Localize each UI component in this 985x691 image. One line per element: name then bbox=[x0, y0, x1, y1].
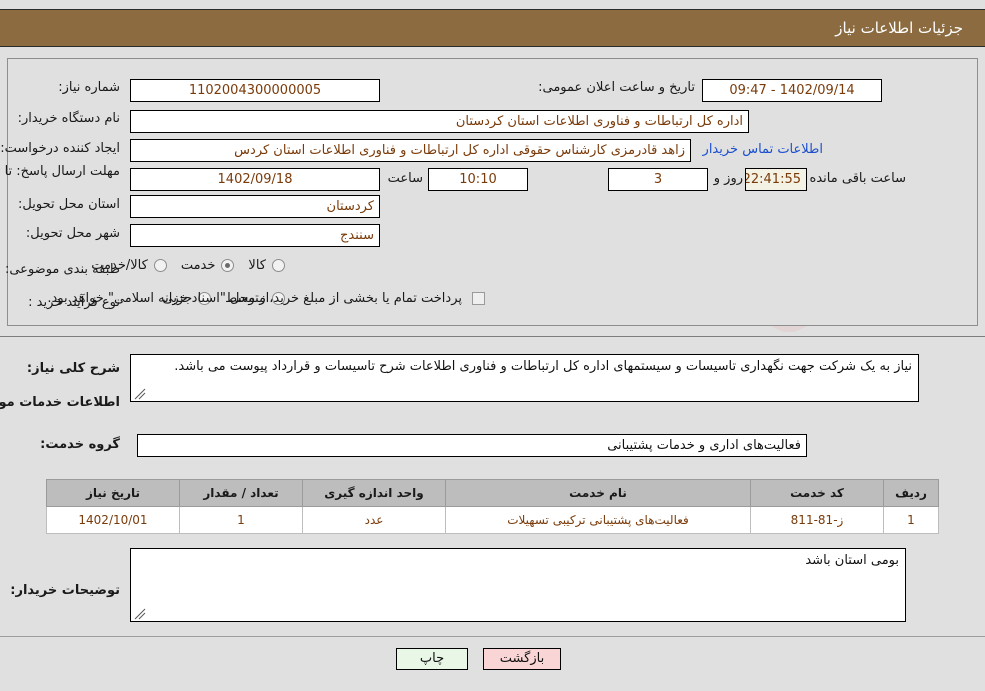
col-quantity: تعداد / مقدار bbox=[179, 479, 303, 507]
city-label: شهر محل تحویل: bbox=[25, 226, 120, 241]
buyer-contact-link[interactable]: اطلاعات تماس خریدار bbox=[703, 142, 823, 157]
col-need-date: تاریخ نیاز bbox=[46, 479, 180, 507]
cell-name: فعالیت‌های پشتیبانی ترکیبی تسهیلات bbox=[445, 506, 751, 534]
remaining-time-field[interactable]: 22:41:55 bbox=[745, 168, 807, 191]
requester-field[interactable]: زاهد قادرمزی کارشناس حقوقی اداره کل ارتب… bbox=[130, 139, 691, 162]
services-table: ردیف کد خدمت نام خدمت واحد اندازه گیری ت… bbox=[46, 479, 939, 534]
deadline-hour-field[interactable]: 10:10 bbox=[428, 168, 528, 191]
treasury-text: پرداخت تمام یا بخشی از مبلغ خرید،از محل … bbox=[47, 291, 462, 306]
col-unit: واحد اندازه گیری bbox=[302, 479, 446, 507]
table-header-row: ردیف کد خدمت نام خدمت واحد اندازه گیری ت… bbox=[46, 479, 939, 507]
table-row: 1 ز-81-811 فعالیت‌های پشتیبانی ترکیبی تس… bbox=[46, 506, 939, 534]
remaining-days-field[interactable]: 3 bbox=[608, 168, 708, 191]
resize-grip-icon[interactable] bbox=[134, 388, 146, 400]
cell-quantity: 1 bbox=[179, 506, 303, 534]
deadline-label: مهلت ارسال پاسخ: تا تاریخ: bbox=[0, 164, 120, 179]
need-summary-text: نیاز به یک شرکت جهت نگهداری تاسیسات و سی… bbox=[174, 359, 912, 374]
province-field[interactable]: کردستان bbox=[130, 195, 380, 218]
city-field[interactable]: سنندج bbox=[130, 224, 380, 247]
announce-datetime-label: تاریخ و ساعت اعلان عمومی: bbox=[538, 80, 695, 95]
footer-divider bbox=[0, 636, 985, 637]
buyer-notes-text: بومی استان باشد bbox=[805, 553, 899, 568]
need-number-label: شماره نیاز: bbox=[58, 80, 120, 95]
deadline-hour-label: ساعت bbox=[387, 171, 423, 186]
deadline-date-field[interactable]: 1402/09/18 bbox=[130, 168, 380, 191]
print-button[interactable]: چاپ bbox=[396, 648, 468, 670]
requester-label-row: ایجاد کننده درخواست: bbox=[0, 141, 120, 156]
category-radio-khedmat[interactable] bbox=[221, 259, 235, 272]
deadline-label-row: مهلت ارسال پاسخ: تا تاریخ: bbox=[0, 163, 120, 180]
remaining-time-suffix: ساعت باقی مانده bbox=[809, 171, 906, 186]
buyer-org-field[interactable]: اداره کل ارتباطات و فناوری اطلاعات استان… bbox=[130, 110, 749, 133]
category-radio-kala-khedmat[interactable] bbox=[153, 259, 167, 272]
need-summary-textarea[interactable]: نیاز به یک شرکت جهت نگهداری تاسیسات و سی… bbox=[130, 354, 919, 402]
col-code: کد خدمت bbox=[750, 479, 884, 507]
buyer-org-label-row: نام دستگاه خریدار: bbox=[18, 111, 120, 126]
category-label-kala: کالا bbox=[248, 258, 266, 273]
need-number-field[interactable]: 1102004300000005 bbox=[130, 79, 380, 102]
province-label-row: استان محل تحویل: bbox=[18, 197, 120, 212]
treasury-checkbox[interactable] bbox=[472, 292, 485, 305]
buyer-notes-textarea[interactable]: بومی استان باشد bbox=[130, 548, 906, 622]
city-label-row: شهر محل تحویل: bbox=[26, 226, 120, 241]
cell-unit: عدد bbox=[302, 506, 446, 534]
buyer-notes-label: توضیحات خریدار: bbox=[10, 583, 120, 598]
province-label: استان محل تحویل: bbox=[18, 197, 120, 212]
page-title-bar: جزئیات اطلاعات نیاز bbox=[0, 9, 985, 47]
back-button[interactable]: بازگشت bbox=[483, 648, 561, 670]
page-title: جزئیات اطلاعات نیاز bbox=[835, 19, 963, 37]
announce-datetime-field[interactable]: 1402/09/14 - 09:47 bbox=[702, 79, 882, 102]
col-name: نام خدمت bbox=[445, 479, 751, 507]
col-index: ردیف bbox=[883, 479, 939, 507]
services-section-heading: اطلاعات خدمات مورد نیاز bbox=[0, 395, 120, 410]
announce-datetime-label-row: تاریخ و ساعت اعلان عمومی: bbox=[538, 80, 695, 95]
cell-need-date: 1402/10/01 bbox=[46, 506, 180, 534]
resize-grip-icon[interactable] bbox=[134, 608, 146, 620]
need-number-label-row: شماره نیاز: bbox=[58, 80, 120, 95]
service-group-field[interactable]: فعالیت‌های اداری و خدمات پشتیبانی bbox=[137, 434, 807, 457]
category-radio-kala[interactable] bbox=[272, 259, 285, 272]
cell-index: 1 bbox=[883, 506, 939, 534]
buyer-org-label: نام دستگاه خریدار: bbox=[17, 111, 120, 126]
section-divider-top bbox=[0, 336, 985, 337]
remaining-days-suffix: روز و bbox=[713, 171, 743, 186]
need-summary-label: شرح کلی نیاز: bbox=[26, 361, 120, 376]
treasury-row: پرداخت تمام یا بخشی از مبلغ خرید،از محل … bbox=[47, 291, 485, 306]
category-label-khedmat: خدمت bbox=[180, 258, 216, 273]
category-label-kala-khedmat: کالا/خدمت bbox=[91, 258, 148, 273]
requester-label: ایجاد کننده درخواست: bbox=[0, 141, 120, 156]
page-root: جزئیات اطلاعات نیاز AriaTender.net شماره… bbox=[0, 0, 985, 691]
service-group-label: گروه خدمت: bbox=[40, 437, 120, 452]
cell-code: ز-81-811 bbox=[750, 506, 884, 534]
category-radio-group: کالا خدمت کالا/خدمت bbox=[77, 258, 285, 273]
